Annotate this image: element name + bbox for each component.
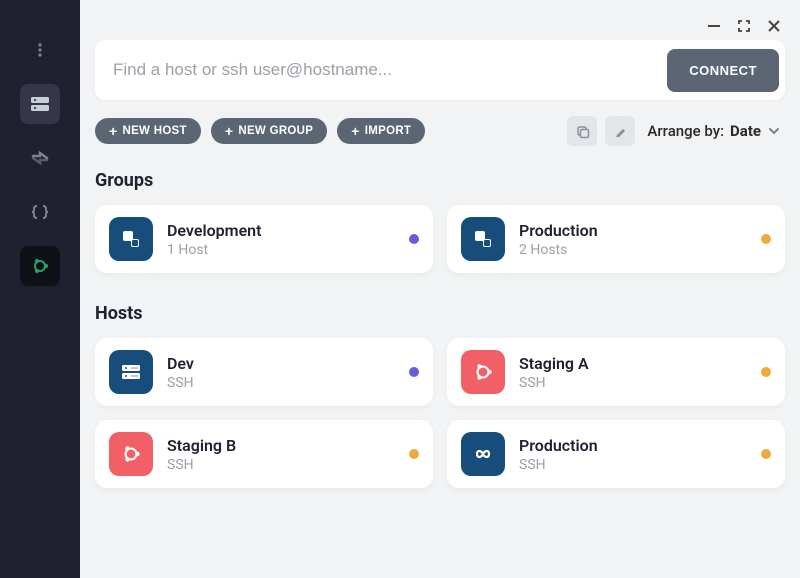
minimize-button[interactable] (706, 18, 722, 38)
card-dev[interactable]: Dev SSH (95, 338, 433, 406)
arrange-dropdown[interactable]: Arrange by: Date (643, 122, 785, 140)
hosts-grid: DevSSHStaging ASSHStaging BSSHProduction… (95, 338, 785, 488)
card-subtitle: SSH (519, 375, 747, 391)
content: Groups Development 1 Host Production 2 Host… (80, 146, 800, 578)
window-controls (706, 18, 782, 38)
ubuntu-icon (109, 432, 153, 476)
import-label: IMPORT (365, 125, 412, 137)
status-dot (409, 449, 419, 459)
connect-button[interactable]: CONNECT (667, 49, 779, 92)
card-staging-a[interactable]: Staging A SSH (447, 338, 785, 406)
sidebar-menu[interactable] (20, 30, 60, 70)
card-subtitle: SSH (167, 375, 395, 391)
card-subtitle: 1 Host (167, 242, 395, 258)
close-button[interactable] (766, 18, 782, 38)
sidebar (0, 0, 80, 578)
sidebar-hosts[interactable] (20, 84, 60, 124)
sidebar-sftp[interactable] (20, 138, 60, 178)
braces-icon (30, 202, 50, 222)
transfer-icon (30, 148, 50, 168)
server-icon (29, 93, 51, 115)
search-bar: CONNECT (95, 40, 785, 100)
maximize-button[interactable] (736, 18, 752, 38)
status-dot (761, 449, 771, 459)
new-group-button[interactable]: + NEW GROUP (211, 118, 327, 144)
card-title: Production (519, 221, 747, 240)
arrange-prefix: Arrange by: (647, 122, 724, 140)
card-production[interactable]: Production SSH (447, 420, 785, 488)
ubuntu-icon (461, 350, 505, 394)
new-host-label: NEW HOST (122, 125, 186, 137)
card-title: Production (519, 436, 747, 455)
hosts-heading: Hosts (95, 303, 785, 324)
plus-icon: + (109, 124, 117, 138)
group-icon (461, 217, 505, 261)
main-panel: CONNECT + NEW HOST + NEW GROUP + IMPORT Arr… (80, 0, 800, 578)
groups-heading: Groups (95, 170, 785, 191)
groups-grid: Development 1 Host Production 2 Hosts (95, 205, 785, 273)
copy-button[interactable] (567, 116, 597, 146)
plus-icon: + (351, 124, 359, 138)
toolbar: + NEW HOST + NEW GROUP + IMPORT Arrange by:… (95, 116, 785, 146)
brush-icon (613, 124, 628, 139)
status-dot (761, 234, 771, 244)
card-title: Dev (167, 354, 395, 373)
copy-icon (575, 124, 590, 139)
plus-icon: + (225, 124, 233, 138)
ubuntu-icon (29, 255, 51, 277)
card-title: Development (167, 221, 395, 240)
new-host-button[interactable]: + NEW HOST (95, 118, 201, 144)
card-development[interactable]: Development 1 Host (95, 205, 433, 273)
group-icon (109, 217, 153, 261)
search-input[interactable] (101, 46, 667, 94)
status-dot (409, 234, 419, 244)
arrange-value: Date (730, 122, 761, 140)
new-group-label: NEW GROUP (238, 125, 313, 137)
status-dot (409, 367, 419, 377)
infinity-icon (461, 432, 505, 476)
edit-button[interactable] (605, 116, 635, 146)
card-subtitle: 2 Hosts (519, 242, 747, 258)
card-title: Staging A (519, 354, 747, 373)
sidebar-snippets[interactable] (20, 192, 60, 232)
import-button[interactable]: + IMPORT (337, 118, 425, 144)
card-production[interactable]: Production 2 Hosts (447, 205, 785, 273)
card-staging-b[interactable]: Staging B SSH (95, 420, 433, 488)
card-subtitle: SSH (167, 457, 395, 473)
status-dot (761, 367, 771, 377)
chevron-down-icon (767, 124, 781, 138)
card-title: Staging B (167, 436, 395, 455)
card-subtitle: SSH (519, 457, 747, 473)
server-icon (109, 350, 153, 394)
sidebar-terminal[interactable] (20, 246, 60, 286)
kebab-icon (32, 42, 48, 58)
